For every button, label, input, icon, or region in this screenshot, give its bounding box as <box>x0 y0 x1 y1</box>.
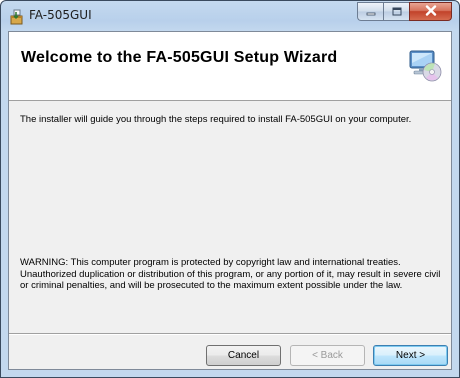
copyright-warning: WARNING: This computer program is protec… <box>20 257 441 291</box>
installer-window: FA-505GUI Welcome to the FA-505GUI Setup… <box>0 0 460 378</box>
caption-buttons <box>357 2 452 21</box>
close-icon <box>425 3 437 21</box>
window-title: FA-505GUI <box>29 8 92 22</box>
back-button[interactable]: < Back <box>290 345 365 366</box>
close-button[interactable] <box>409 2 452 21</box>
computer-disc-icon <box>408 48 442 82</box>
minimize-button[interactable] <box>357 2 383 21</box>
maximize-button[interactable] <box>383 2 409 21</box>
cancel-button[interactable]: Cancel <box>206 345 281 366</box>
button-separator <box>9 333 451 335</box>
wizard-client-area: Welcome to the FA-505GUI Setup Wizard Th… <box>8 31 452 370</box>
minimize-icon <box>366 3 376 21</box>
intro-text: The installer will guide you through the… <box>20 114 412 125</box>
title-bar[interactable]: FA-505GUI <box>1 1 459 31</box>
wizard-title: Welcome to the FA-505GUI Setup Wizard <box>21 49 338 66</box>
next-button[interactable]: Next > <box>373 345 448 366</box>
installer-icon <box>9 9 25 25</box>
wizard-banner: Welcome to the FA-505GUI Setup Wizard <box>9 32 451 101</box>
maximize-icon <box>392 3 402 21</box>
